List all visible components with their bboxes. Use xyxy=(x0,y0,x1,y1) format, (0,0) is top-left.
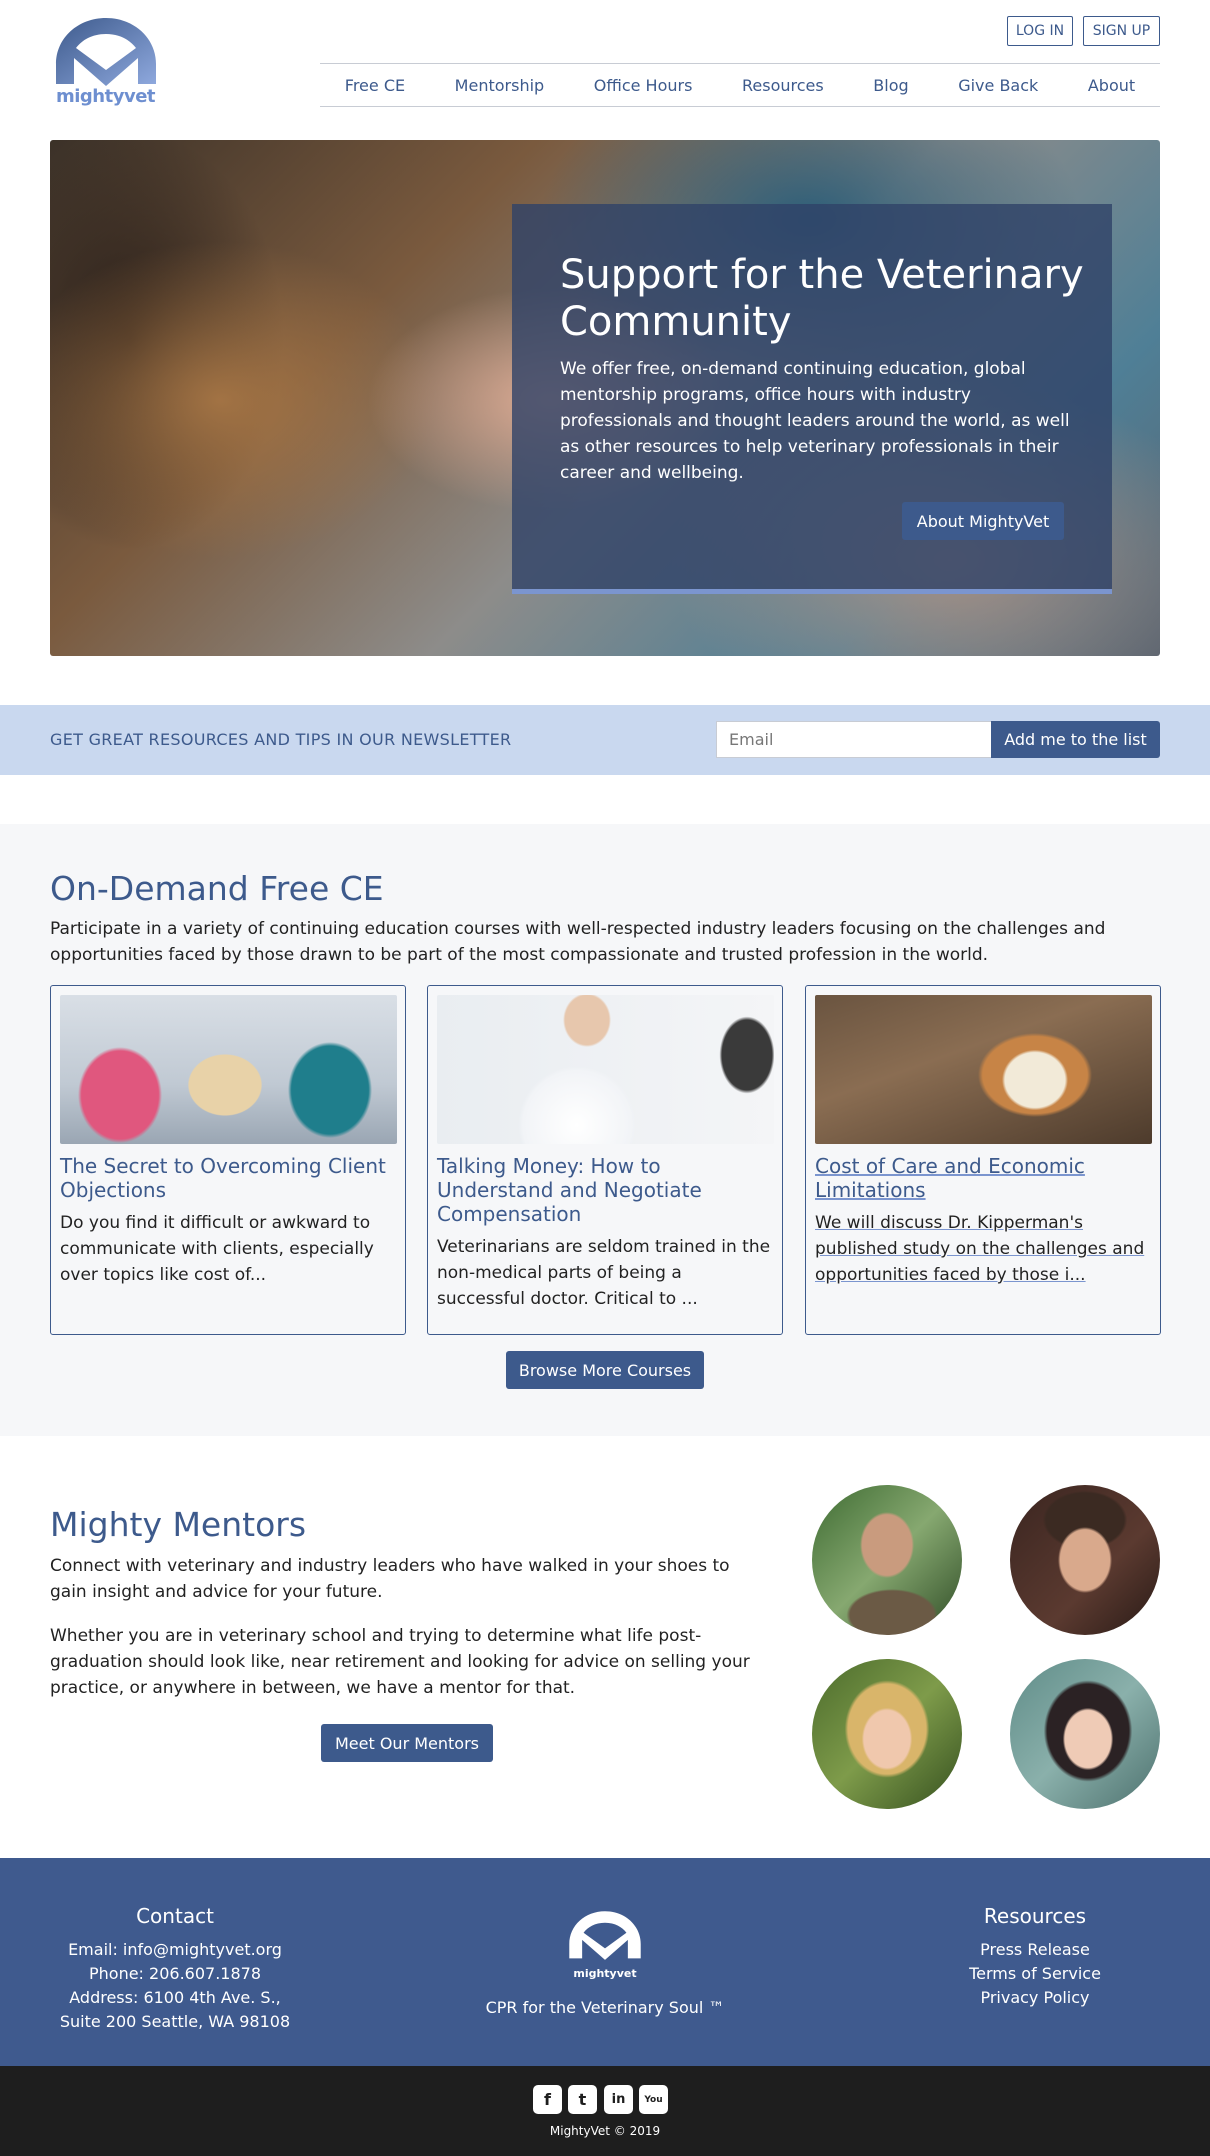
bottom-bar: f t in You MightyVet © 2019 xyxy=(0,2066,1210,2156)
nav-blog[interactable]: Blog xyxy=(873,76,908,95)
free-ce-section: On-Demand Free CE Participate in a varie… xyxy=(0,824,1210,1436)
ce-title: On-Demand Free CE xyxy=(50,869,384,908)
course-image-client-objections xyxy=(60,995,397,1144)
footer-logo-icon[interactable] xyxy=(565,1904,645,1970)
linkedin-icon[interactable]: in xyxy=(604,2085,633,2114)
footer-phone[interactable]: Phone: 206.607.1878 xyxy=(45,1962,305,1986)
facebook-icon[interactable]: f xyxy=(533,2085,562,2114)
main-nav: Free CE Mentorship Office Hours Resource… xyxy=(320,63,1160,107)
login-button[interactable]: LOG IN xyxy=(1007,16,1073,46)
newsletter-bar: GET GREAT RESOURCES AND TIPS IN OUR NEWS… xyxy=(0,705,1210,775)
mentor-avatar[interactable] xyxy=(812,1485,962,1635)
nav-mentorship[interactable]: Mentorship xyxy=(455,76,545,95)
mentor-avatar[interactable] xyxy=(1010,1659,1160,1809)
footer-contact: Contact Email: info@mightyvet.org Phone:… xyxy=(45,1904,305,2034)
signup-button[interactable]: SIGN UP xyxy=(1083,16,1160,46)
newsletter-label: GET GREAT RESOURCES AND TIPS IN OUR NEWS… xyxy=(50,730,512,749)
nav-about[interactable]: About xyxy=(1088,76,1135,95)
footer-resources-heading: Resources xyxy=(983,1904,1087,1928)
course-card[interactable]: Talking Money: How to Understand and Neg… xyxy=(427,985,783,1335)
footer-link-press-release[interactable]: Press Release xyxy=(905,1938,1165,1962)
meet-mentors-button[interactable]: Meet Our Mentors xyxy=(321,1724,493,1762)
nav-free-ce[interactable]: Free CE xyxy=(345,76,405,95)
hero-text: We offer free, on-demand continuing educ… xyxy=(560,359,1070,483)
youtube-icon[interactable]: You xyxy=(639,2085,668,2114)
mentor-avatar[interactable] xyxy=(1010,1485,1160,1635)
course-image-cost-of-care xyxy=(815,995,1152,1144)
footer: Contact Email: info@mightyvet.org Phone:… xyxy=(0,1858,1210,2066)
footer-brand: mightyvet CPR for the Veterinary Soul ™ xyxy=(455,1904,755,2020)
course-text: We will discuss Dr. Kipperman's publishe… xyxy=(815,1213,1145,1285)
ce-description: Participate in a variety of continuing e… xyxy=(50,919,1106,965)
browse-courses-button[interactable]: Browse More Courses xyxy=(506,1351,704,1389)
copyright: MightyVet © 2019 xyxy=(549,2124,661,2138)
footer-email[interactable]: Email: info@mightyvet.org xyxy=(45,1938,305,1962)
mentors-description: Whether you are in veterinary school and… xyxy=(50,1626,750,1698)
course-text: Do you find it difficult or awkward to c… xyxy=(60,1213,374,1285)
course-text: Veterinarians are seldom trained in the … xyxy=(437,1237,771,1309)
course-card[interactable]: Cost of Care and Economic Limitations We… xyxy=(805,985,1161,1335)
course-image-talking-money xyxy=(437,995,774,1144)
logo-mark-icon xyxy=(56,18,156,86)
mentor-avatar[interactable] xyxy=(812,1659,962,1809)
about-mightyvet-button[interactable]: About MightyVet xyxy=(902,502,1064,540)
footer-logo-wordmark: mightyvet xyxy=(573,1967,637,1980)
hero-panel: Support for the Veterinary Community We … xyxy=(512,204,1112,594)
hero-banner: Support for the Veterinary Community We … xyxy=(50,140,1160,656)
course-title: Talking Money: How to Understand and Neg… xyxy=(437,1154,702,1226)
footer-address-line1: Address: 6100 4th Ave. S., xyxy=(69,1988,281,2007)
nav-give-back[interactable]: Give Back xyxy=(958,76,1038,95)
mentors-title: Mighty Mentors xyxy=(50,1505,307,1544)
footer-resources: Resources Press Release Terms of Service… xyxy=(905,1904,1165,2010)
newsletter-submit-button[interactable]: Add me to the list xyxy=(991,721,1160,758)
footer-contact-heading: Contact xyxy=(136,1904,214,1928)
footer-link-terms[interactable]: Terms of Service xyxy=(905,1962,1165,1986)
course-title: The Secret to Overcoming Client Objectio… xyxy=(60,1154,386,1202)
course-title: Cost of Care and Economic Limitations xyxy=(815,1154,1085,1202)
nav-resources[interactable]: Resources xyxy=(742,76,824,95)
mightyvet-logo[interactable]: mightyvet xyxy=(50,14,162,112)
nav-office-hours[interactable]: Office Hours xyxy=(594,76,693,95)
footer-address-line2: Suite 200 Seattle, WA 98108 xyxy=(59,2012,291,2031)
mentors-intro: Connect with veterinary and industry lea… xyxy=(50,1556,730,1602)
course-card[interactable]: The Secret to Overcoming Client Objectio… xyxy=(50,985,406,1335)
hero-title: Support for the Veterinary Community xyxy=(560,252,1084,345)
footer-tagline: CPR for the Veterinary Soul ™ xyxy=(485,1998,725,2017)
twitter-icon[interactable]: t xyxy=(568,2085,597,2114)
footer-link-privacy[interactable]: Privacy Policy xyxy=(905,1986,1165,2010)
newsletter-email-input[interactable]: Email xyxy=(716,721,992,758)
logo-wordmark: mightyvet xyxy=(56,86,156,107)
